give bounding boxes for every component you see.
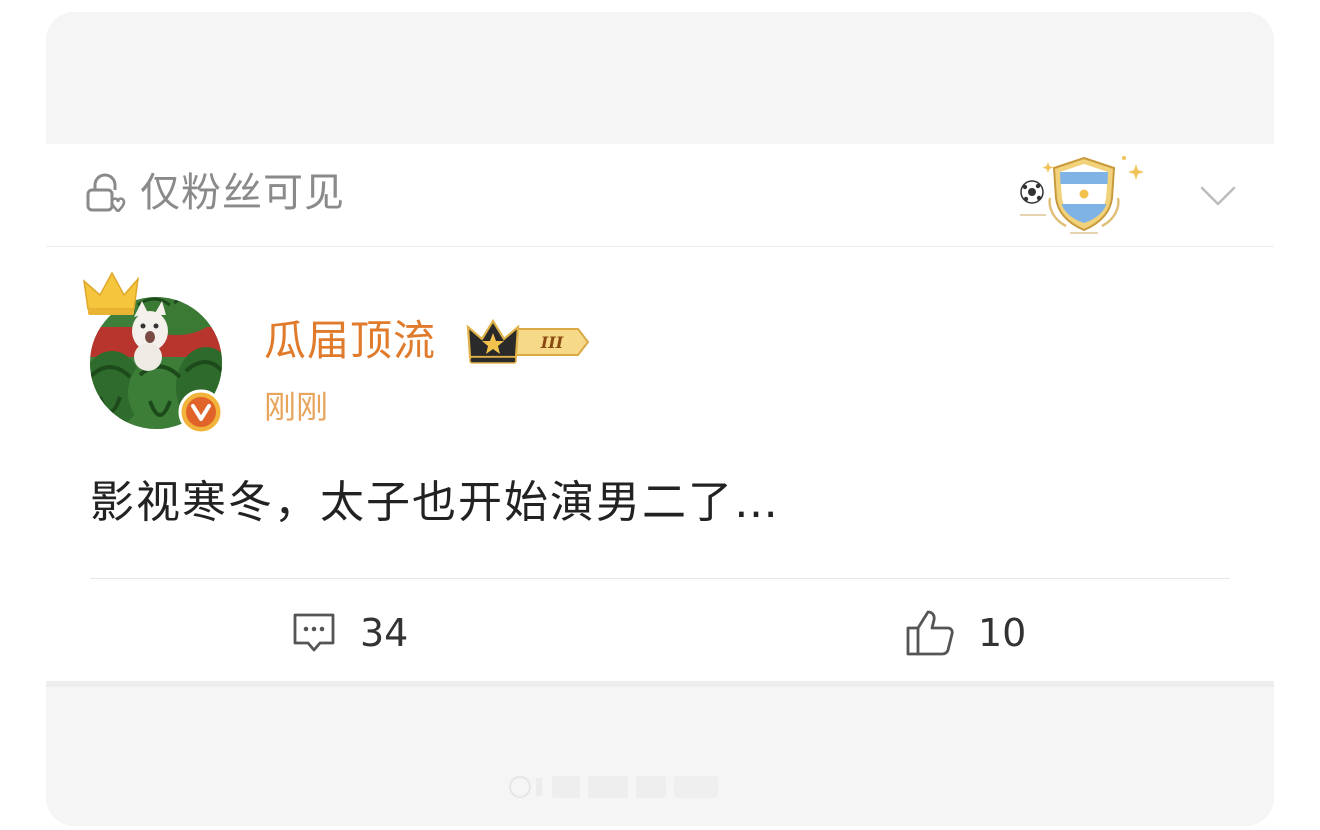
top-blank-area bbox=[46, 12, 1274, 144]
verified-v-icon bbox=[178, 389, 224, 435]
post-body: 瓜届顶流 III 刚刚 影视寒冬，太子也开始演男二了… 34 10 bbox=[46, 247, 1274, 681]
comment-icon bbox=[293, 613, 335, 652]
visibility-label: 仅粉丝可见 bbox=[140, 170, 345, 216]
like-button[interactable]: 10 bbox=[904, 605, 1026, 661]
author-name[interactable]: 瓜届顶流 bbox=[264, 313, 436, 369]
crown-icon bbox=[82, 271, 140, 315]
visibility-bar: 仅粉丝可见 bbox=[46, 144, 1274, 247]
watermark-icon bbox=[509, 776, 718, 798]
member-rank-badge-icon[interactable]: III bbox=[466, 317, 592, 367]
comment-count: 34 bbox=[360, 611, 409, 655]
bottom-blank-area bbox=[46, 681, 1274, 826]
like-count: 10 bbox=[978, 611, 1027, 655]
divider bbox=[90, 578, 1230, 579]
chevron-down-icon[interactable] bbox=[1198, 184, 1238, 208]
avatar[interactable] bbox=[82, 271, 232, 435]
thumbs-up-icon bbox=[906, 610, 954, 656]
post-content[interactable]: 影视寒冬，太子也开始演男二了… bbox=[90, 473, 780, 533]
post-card-frame: 仅粉丝可见 瓜届顶流 III 刚刚 影视寒冬，太子也开始演男二了… 34 10 bbox=[46, 12, 1274, 826]
lock-fan-icon bbox=[86, 173, 126, 213]
argentina-football-badge-icon[interactable] bbox=[1014, 152, 1154, 238]
post-time: 刚刚 bbox=[264, 388, 329, 426]
comment-button[interactable]: 34 bbox=[290, 605, 408, 661]
rank-label: III bbox=[540, 333, 564, 352]
